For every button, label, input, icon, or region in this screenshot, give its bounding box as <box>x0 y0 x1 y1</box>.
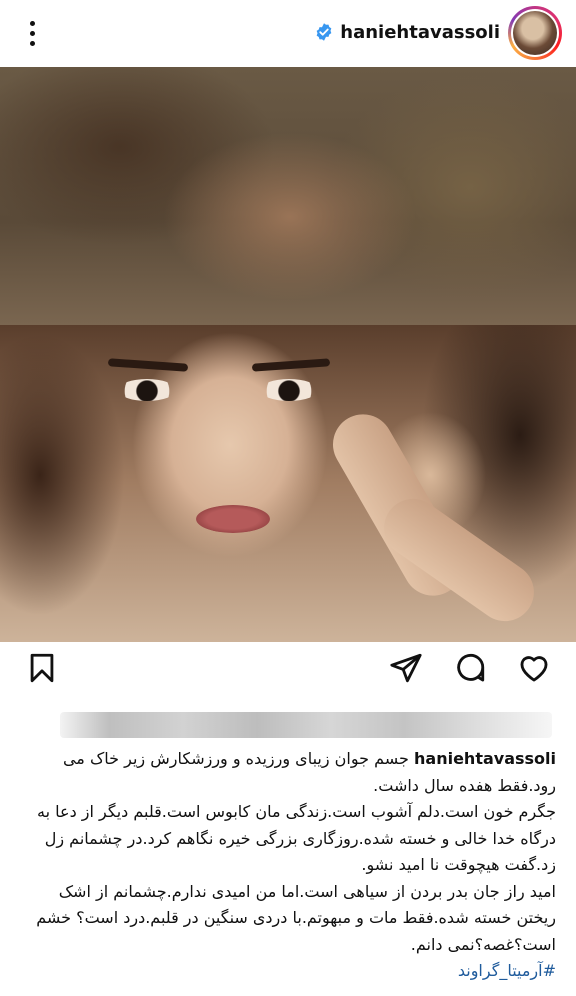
caption-first-line: haniehtavassoli جسم جوان زیبای ورزیده و … <box>16 746 556 799</box>
caption-paragraph-2: امید راز جان بدر بردن از سیاهی است.اما م… <box>36 881 556 954</box>
caption-username[interactable]: haniehtavassoli <box>414 749 556 768</box>
heart-icon[interactable] <box>514 648 554 688</box>
avatar-image <box>513 11 557 55</box>
post-author[interactable]: haniehtavassoli <box>314 18 500 46</box>
more-options-icon[interactable] <box>22 16 42 50</box>
comment-bubble-icon[interactable] <box>450 648 490 688</box>
send-icon[interactable] <box>386 648 426 688</box>
caption-hashtag[interactable]: #آرمیتا_گراوند <box>16 958 556 985</box>
author-username[interactable]: haniehtavassoli <box>340 22 500 43</box>
blurred-image-area <box>0 67 576 325</box>
likes-count-blurred <box>60 712 552 738</box>
post-image[interactable] <box>0 67 576 642</box>
caption-paragraph-1: جگرم خون است.دلم آشوب است.زندگی مان کابو… <box>37 802 556 874</box>
avatar[interactable] <box>508 6 562 60</box>
photo-face-area <box>0 325 576 642</box>
post-header: haniehtavassoli <box>0 0 576 66</box>
post-caption: haniehtavassoli جسم جوان زیبای ورزیده و … <box>16 746 556 985</box>
photo-lips <box>196 505 270 533</box>
bookmark-icon[interactable] <box>22 648 62 688</box>
verified-badge-icon <box>316 23 332 41</box>
post-actions <box>0 648 576 704</box>
